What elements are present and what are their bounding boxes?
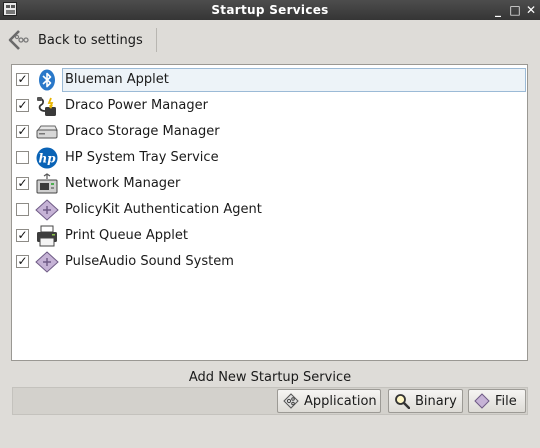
list-item[interactable]: ✓ Draco Storage Manager xyxy=(12,119,527,145)
binary-button-label: Binary xyxy=(415,393,457,409)
drive-icon xyxy=(36,125,58,139)
services-list[interactable]: ✓ Blueman Applet ✓ Draco Power Manager ✓ xyxy=(11,64,528,361)
list-item[interactable]: PolicyKit Authentication Agent xyxy=(12,197,527,223)
service-label: Draco Power Manager xyxy=(65,98,208,113)
list-item[interactable]: ✓ Draco Power Manager xyxy=(12,93,527,119)
network-icon xyxy=(36,173,58,194)
diamond-app-icon xyxy=(35,199,59,221)
service-checkbox[interactable]: ✓ xyxy=(16,73,29,86)
window-title: Startup Services xyxy=(211,3,329,17)
list-item[interactable]: ✓ Print Queue Applet xyxy=(12,223,527,249)
service-label: PolicyKit Authentication Agent xyxy=(65,202,262,217)
service-checkbox[interactable]: ✓ xyxy=(16,177,29,190)
title-bar[interactable]: Startup Services _ □ ✕ xyxy=(0,0,540,20)
back-button-label: Back to settings xyxy=(38,32,143,48)
list-item[interactable]: ✓ PulseAudio Sound System xyxy=(12,249,527,275)
service-label: Print Queue Applet xyxy=(65,228,188,243)
application-button-label: Application xyxy=(304,393,377,409)
minimize-icon[interactable]: _ xyxy=(491,2,505,18)
list-item[interactable]: ✓ Blueman Applet xyxy=(12,67,527,93)
service-label: Network Manager xyxy=(65,176,181,191)
file-button-label: File xyxy=(495,393,517,409)
bluetooth-icon xyxy=(39,69,55,91)
service-checkbox[interactable]: ✓ xyxy=(16,255,29,268)
service-label: Draco Storage Manager xyxy=(65,124,220,139)
binary-button[interactable]: Binary xyxy=(388,389,463,413)
back-to-settings-button[interactable]: Back to settings xyxy=(8,25,150,55)
diamond-app-icon xyxy=(35,251,59,273)
service-checkbox[interactable] xyxy=(16,203,29,216)
service-label: Blueman Applet xyxy=(65,72,169,87)
service-checkbox[interactable]: ✓ xyxy=(16,229,29,242)
service-checkbox[interactable] xyxy=(16,151,29,164)
service-checkbox[interactable]: ✓ xyxy=(16,99,29,112)
service-label: PulseAudio Sound System xyxy=(65,254,234,269)
add-service-heading: Add New Startup Service xyxy=(188,370,352,385)
startup-services-window: Startup Services _ □ ✕ Back to settings … xyxy=(0,0,540,448)
application-button[interactable]: Application xyxy=(277,389,381,413)
printer-icon xyxy=(37,225,57,247)
service-label: HP System Tray Service xyxy=(65,150,219,165)
toolbar-separator xyxy=(156,28,157,52)
search-icon xyxy=(395,394,410,409)
hp-logo-icon: hp xyxy=(36,147,58,169)
toolbar: Back to settings xyxy=(0,20,540,60)
list-item[interactable]: ✓ Network Manager xyxy=(12,171,527,197)
file-button[interactable]: File xyxy=(468,389,526,413)
close-icon[interactable]: ✕ xyxy=(524,2,538,18)
file-icon xyxy=(474,393,490,409)
application-icon xyxy=(283,393,299,409)
back-arrow-icon xyxy=(8,30,29,50)
service-checkbox[interactable]: ✓ xyxy=(16,125,29,138)
maximize-icon[interactable]: □ xyxy=(508,2,522,18)
power-manager-icon xyxy=(37,97,56,116)
svg-text:hp: hp xyxy=(38,152,56,166)
list-item[interactable]: hp HP System Tray Service xyxy=(12,145,527,171)
